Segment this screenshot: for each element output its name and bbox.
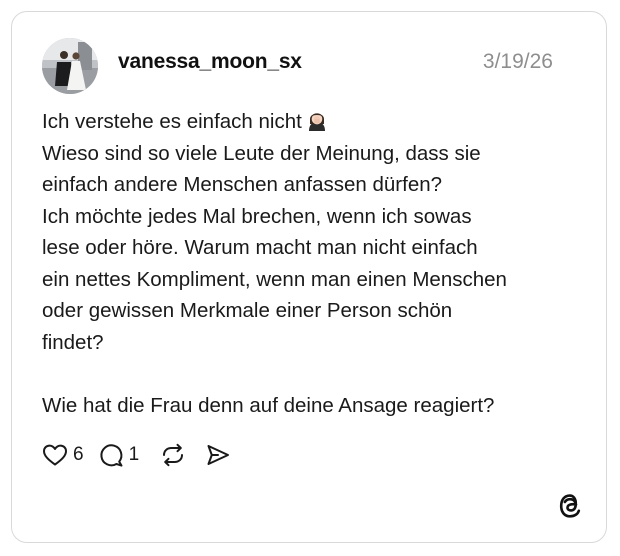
send-icon — [207, 445, 230, 465]
action-bar: 6 1 — [42, 440, 245, 470]
reply-button[interactable]: 1 — [98, 442, 140, 468]
post-line: Ich verstehe es einfach nicht — [42, 106, 582, 138]
reply-count: 1 — [128, 444, 140, 465]
heart-icon — [43, 444, 67, 466]
post-paragraph: Wie hat die Frau denn auf deine Ansage r… — [42, 393, 495, 417]
comment-bubble-icon — [99, 444, 123, 467]
timestamp: 3/19/26 — [482, 50, 553, 73]
woman-facepalming-emoji-icon — [308, 113, 325, 131]
like-count: 6 — [73, 444, 84, 465]
share-button[interactable] — [205, 442, 231, 468]
post-paragraph: Wieso sind so viele Leute der Meinung, d… — [42, 141, 507, 354]
repost-icon — [163, 443, 184, 467]
post-card[interactable]: vanessa_moon_sx 3/19/26 Ich verstehe es … — [11, 11, 607, 543]
avatar[interactable] — [42, 38, 98, 94]
username[interactable]: vanessa_moon_sx — [118, 50, 302, 74]
post-first-line: Ich verstehe es einfach nicht — [42, 110, 302, 133]
post-body: Ich verstehe es einfach nicht Wieso sind… — [42, 106, 582, 421]
threads-logo-icon[interactable] — [556, 492, 584, 520]
like-button[interactable]: 6 — [42, 443, 84, 467]
repost-button[interactable] — [159, 442, 187, 468]
